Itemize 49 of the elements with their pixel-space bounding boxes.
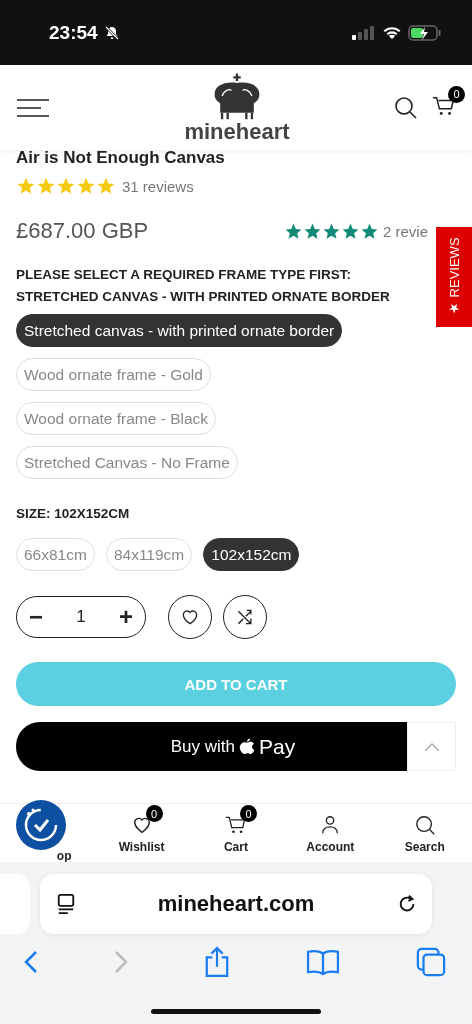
quantity-value[interactable]: 1 xyxy=(76,607,86,627)
apple-pay-button[interactable]: Buy with Pay xyxy=(16,722,407,771)
nav-label[interactable]: Wishlist xyxy=(118,840,165,854)
nav-label[interactable]: Search xyxy=(404,840,445,854)
compare-button[interactable] xyxy=(223,595,267,639)
search-icon[interactable] xyxy=(394,95,418,120)
increase-button[interactable]: + xyxy=(119,603,133,631)
frame-option[interactable]: Stretched canvas - with printed ornate border xyxy=(16,314,343,347)
heart-icon xyxy=(180,607,200,627)
status-time: 23:54 xyxy=(49,21,98,44)
nav-label[interactable]: op xyxy=(56,849,72,863)
size-option[interactable]: 102x152cm xyxy=(203,538,300,571)
address-bar[interactable]: mineheart.com xyxy=(40,874,432,934)
logo-text[interactable]: mineheart xyxy=(184,118,290,145)
battery-icon xyxy=(408,24,442,41)
product-title: Air is Not Enough Canvas xyxy=(16,148,226,168)
book-icon[interactable] xyxy=(306,948,340,976)
cart-icon[interactable] xyxy=(224,814,247,836)
wishlist-button[interactable] xyxy=(168,595,212,639)
bell-muted-icon xyxy=(103,24,120,41)
review-count[interactable]: 31 reviews xyxy=(122,177,194,195)
decrease-button[interactable]: − xyxy=(29,603,43,631)
accessibility-badge-icon[interactable] xyxy=(16,800,66,850)
frame-option[interactable]: Wood ornate frame - Gold xyxy=(16,358,211,391)
nav-label[interactable]: Account xyxy=(306,840,355,854)
page-menu-icon[interactable] xyxy=(56,893,76,915)
size-heading: SIZE: 102X152CM xyxy=(16,505,131,523)
menu-icon[interactable] xyxy=(16,98,50,117)
cart-count-badge: 0 xyxy=(448,85,465,103)
search-icon[interactable] xyxy=(413,814,436,836)
apple-logo-icon xyxy=(239,737,256,756)
share-icon[interactable] xyxy=(204,946,230,978)
count-badge: 0 xyxy=(239,805,257,822)
size-option[interactable]: 66x81cm xyxy=(16,538,95,571)
size-option[interactable]: 84x119cm xyxy=(105,538,193,571)
back-icon[interactable] xyxy=(24,950,38,974)
reviews-tab[interactable]: ★ REVIEWS xyxy=(436,227,472,327)
wifi-icon xyxy=(382,25,402,40)
frame-option[interactable]: Stretched Canvas - No Frame xyxy=(16,446,238,479)
frame-heading: PLEASE SELECT A REQUIRED FRAME TYPE FIRST: STRETCHED CANVAS - WITH PRINTED ORNATE BORDER xyxy=(16,266,391,306)
shuffle-icon xyxy=(235,607,255,627)
tabs-icon[interactable] xyxy=(416,947,446,977)
store-review-count[interactable]: 2 revie xyxy=(383,222,429,240)
nav-label[interactable]: Cart xyxy=(223,840,248,854)
signal-icon xyxy=(352,25,376,40)
product-price: £687.00 GBP xyxy=(16,218,149,244)
frame-option[interactable]: Wood ornate frame - Black xyxy=(16,402,217,435)
count-badge: 0 xyxy=(145,805,163,822)
chevron-up-icon xyxy=(423,741,440,752)
